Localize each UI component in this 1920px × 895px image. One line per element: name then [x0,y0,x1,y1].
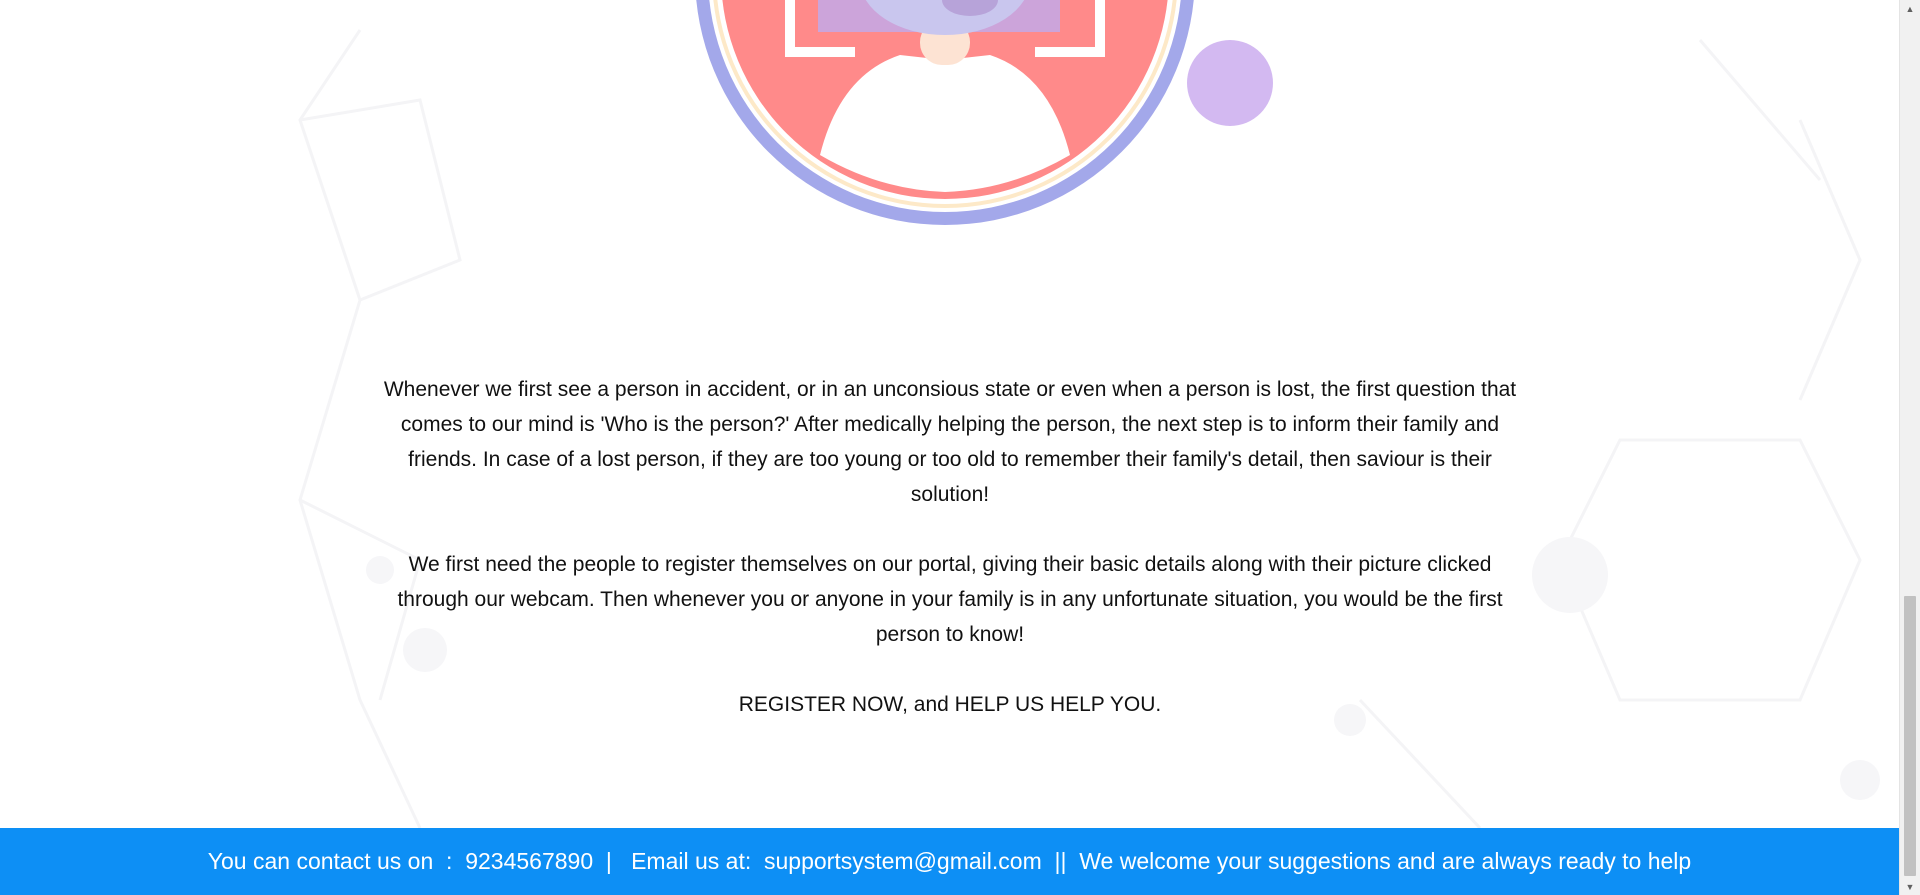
call-to-action-text: REGISTER NOW, and HELP US HELP YOU. [738,693,1162,716]
email-link[interactable]: supportsystem@gmail.com [764,848,1042,875]
footer-message: We welcome your suggestions and are alwa… [1079,848,1692,874]
contact-prefix: You can contact us on : [207,848,466,874]
scroll-up-arrow-icon[interactable]: ▲ [1900,0,1920,17]
footer-contact-bar: You can contact us on : 9234567890 | Ema… [0,828,1899,895]
vertical-scrollbar[interactable]: ▲ ▼ [1899,0,1920,895]
intro-paragraph: Whenever we first see a person in accide… [383,378,1517,506]
registration-paragraph: We first need the people to register the… [397,553,1503,646]
phone-number[interactable]: 9234567890 [465,848,593,875]
face-recognition-illustration [696,0,1273,225]
about-section: Whenever we first see a person in accide… [380,372,1520,757]
scrollbar-thumb[interactable] [1904,596,1916,876]
page-viewport: Whenever we first see a person in accide… [0,0,1899,895]
separator: || [1041,848,1080,874]
email-prefix: Email us at: [631,848,765,874]
separator: | [593,848,632,874]
scroll-down-arrow-icon[interactable]: ▼ [1900,878,1920,895]
